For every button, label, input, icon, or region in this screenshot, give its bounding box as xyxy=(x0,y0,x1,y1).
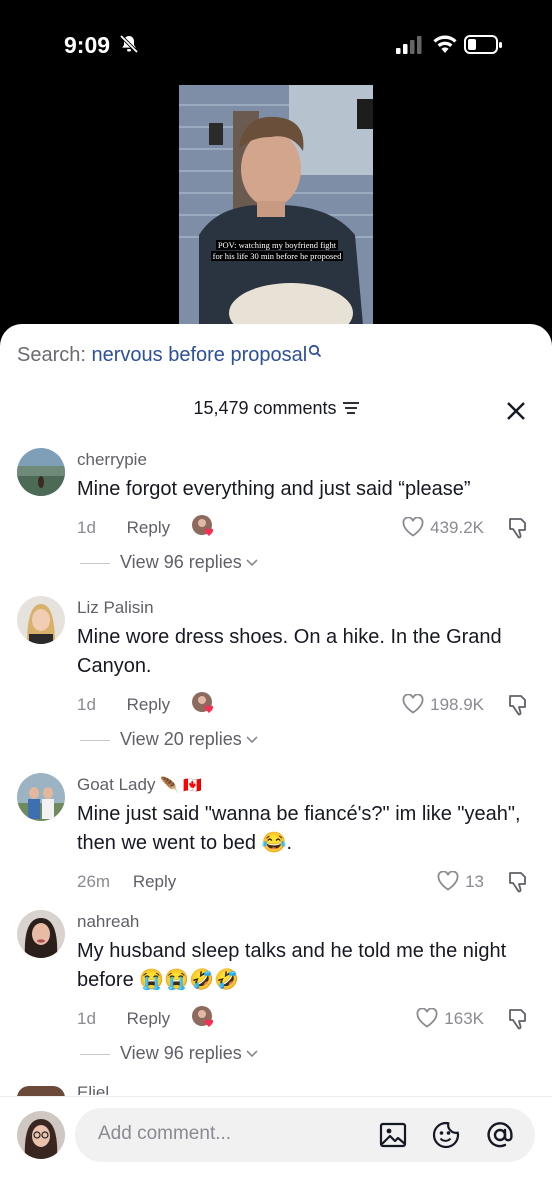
comment-username[interactable]: nahreah xyxy=(77,912,139,932)
comment-emoji: 😂. xyxy=(261,832,293,854)
search-suggestion[interactable]: Search: nervous before proposal xyxy=(17,344,322,367)
comment-meta: 26m Reply xyxy=(77,872,176,892)
comment-username-text: Goat Lady xyxy=(77,775,156,794)
like-count: 13 xyxy=(465,872,484,891)
video-caption: POV: watching my boyfriend fight for his… xyxy=(194,240,360,262)
heart-icon xyxy=(402,694,424,714)
comment-time: 1d xyxy=(77,518,96,537)
reply-button[interactable]: Reply xyxy=(127,695,170,714)
filter-icon[interactable] xyxy=(342,401,359,415)
reply-button[interactable]: Reply xyxy=(127,518,170,537)
avatar[interactable] xyxy=(17,596,65,644)
like-button[interactable]: 13 xyxy=(437,871,484,892)
chevron-down-icon xyxy=(246,736,258,744)
heart-icon xyxy=(402,517,424,537)
comment-composer: Add comment... xyxy=(0,1096,552,1201)
comment-text: Mine forgot everything and just said “pl… xyxy=(77,478,471,500)
comment-meta: 1d Reply xyxy=(77,695,170,715)
like-button[interactable]: 198.9K xyxy=(402,694,484,715)
creator-liked-badge xyxy=(191,514,217,540)
comment-input[interactable]: Add comment... xyxy=(75,1108,535,1162)
video-caption-line2: for his life 30 min before he proposed xyxy=(210,251,344,261)
like-count: 198.9K xyxy=(430,695,484,714)
close-icon[interactable] xyxy=(505,400,527,422)
view-replies-button[interactable]: View 20 replies xyxy=(80,729,259,750)
search-label: Search: xyxy=(17,344,86,366)
video-frame xyxy=(179,85,373,325)
comment-emoji: 😭😭🤣🤣 xyxy=(139,969,239,991)
comment-username[interactable]: Liz Palisin xyxy=(77,598,154,618)
comment-username[interactable]: Eliel xyxy=(77,1083,109,1095)
reply-button[interactable]: Reply xyxy=(127,1009,170,1028)
signal-icon xyxy=(396,36,422,54)
comment-time: 1d xyxy=(77,695,96,714)
avatar[interactable] xyxy=(17,773,65,821)
comments-sheet: Search: nervous before proposal 15,479 c… xyxy=(0,324,552,1200)
creator-liked-badge xyxy=(191,691,217,717)
search-icon xyxy=(309,344,322,358)
comment-username[interactable]: cherrypie xyxy=(77,450,147,470)
image-icon[interactable] xyxy=(379,1121,407,1149)
my-avatar[interactable] xyxy=(17,1111,65,1159)
creator-liked-badge xyxy=(191,1005,217,1031)
comment-time: 26m xyxy=(77,872,111,891)
comment-meta: 1d Reply xyxy=(77,1009,170,1029)
like-count: 439.2K xyxy=(430,518,484,537)
view-replies-button[interactable]: View 96 replies xyxy=(80,552,259,573)
comment-input-placeholder: Add comment... xyxy=(98,1123,232,1144)
avatar[interactable] xyxy=(17,448,65,496)
chevron-down-icon xyxy=(246,559,258,567)
dislike-icon[interactable] xyxy=(506,870,530,894)
comment-time: 1d xyxy=(77,1009,96,1028)
avatar[interactable] xyxy=(17,910,65,958)
heart-icon xyxy=(416,1008,438,1028)
video-caption-line1: POV: watching my boyfriend fight xyxy=(215,240,339,250)
username-emoji: 🪶 🇨🇦 xyxy=(160,777,202,794)
view-replies-label: View 96 replies xyxy=(120,552,242,572)
comment-text: Mine just said "wanna be fiancé's?" im l… xyxy=(77,800,537,858)
view-replies-line xyxy=(80,1053,110,1055)
comment-text: My husband sleep talks and he told me th… xyxy=(77,937,537,995)
comment-text: Mine wore dress shoes. On a hike. In the… xyxy=(77,626,502,677)
mention-icon[interactable] xyxy=(485,1120,515,1150)
dislike-icon[interactable] xyxy=(506,693,530,717)
dislike-icon[interactable] xyxy=(506,516,530,540)
view-replies-line xyxy=(80,739,110,741)
status-time: 9:09 xyxy=(64,32,111,58)
sticker-icon[interactable] xyxy=(431,1120,461,1150)
view-replies-button[interactable]: View 96 replies xyxy=(80,1043,259,1064)
heart-icon xyxy=(437,871,459,891)
chevron-down-icon xyxy=(246,1050,258,1058)
comment-username[interactable]: Goat Lady 🪶 🇨🇦 xyxy=(77,775,202,795)
view-replies-label: View 96 replies xyxy=(120,1043,242,1063)
like-count: 163K xyxy=(444,1009,484,1028)
comments-count-header[interactable]: 15,479 comments xyxy=(0,398,552,419)
video-thumbnail[interactable] xyxy=(179,85,373,325)
like-button[interactable]: 163K xyxy=(416,1008,484,1029)
bell-slash-icon xyxy=(119,34,139,54)
wifi-icon xyxy=(433,35,457,53)
status-bar: 9:09 xyxy=(0,0,552,80)
comments-count: 15,479 comments xyxy=(193,398,337,418)
view-replies-line xyxy=(80,562,110,564)
like-button[interactable]: 439.2K xyxy=(402,517,484,538)
view-replies-label: View 20 replies xyxy=(120,729,242,749)
comment-meta: 1d Reply xyxy=(77,518,170,538)
search-query[interactable]: nervous before proposal xyxy=(92,344,308,366)
comment-text-body: Mine just said "wanna be fiancé's?" im l… xyxy=(77,803,521,854)
reply-button[interactable]: Reply xyxy=(133,872,176,891)
battery-icon xyxy=(464,35,502,54)
dislike-icon[interactable] xyxy=(506,1007,530,1031)
